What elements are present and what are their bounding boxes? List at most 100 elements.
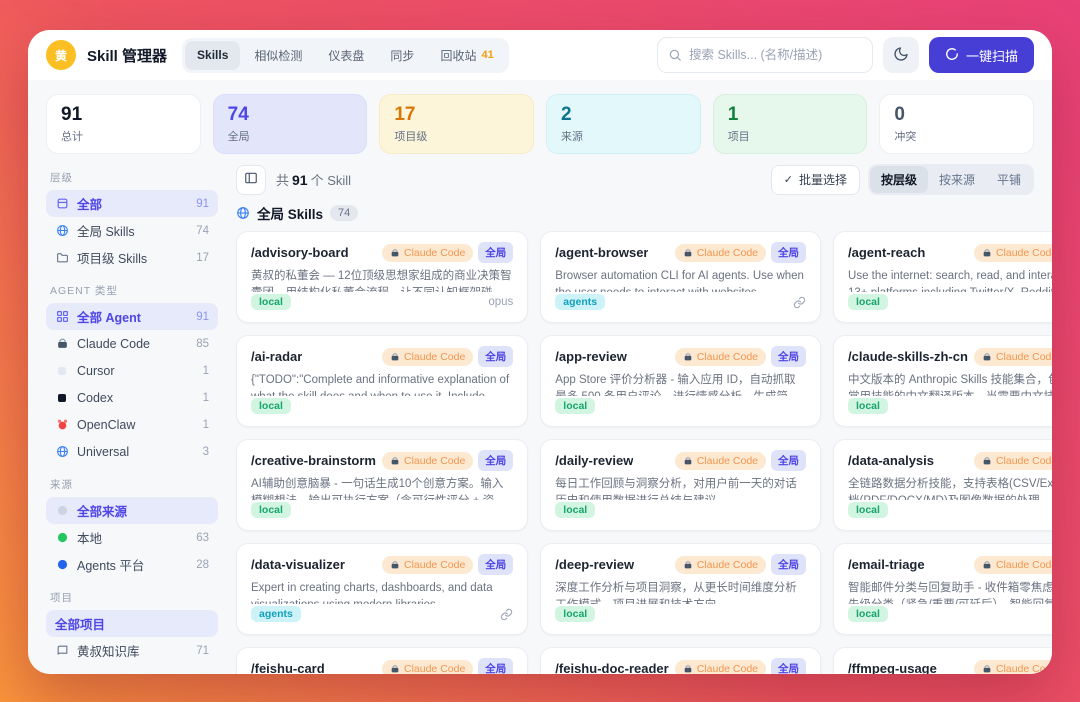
stat-card-来源[interactable]: 2 来源: [546, 94, 701, 154]
link-icon: [793, 296, 806, 308]
sidebar-item-label: 全部: [77, 198, 103, 212]
scan-button[interactable]: 一键扫描: [928, 37, 1034, 73]
skill-card-footer: local: [251, 396, 513, 416]
agent-badge: Claude Code: [973, 555, 1052, 574]
sidebar-item-全部项目[interactable]: 全部项目: [46, 610, 218, 637]
skill-card-title: /agent-browser: [555, 245, 649, 260]
skill-card-deep-review[interactable]: /deep-review Claude Code 全局 深度工作分析与项目洞察，…: [540, 543, 822, 635]
sidebar-section-title: 层级: [50, 172, 73, 184]
source-tag: local: [555, 606, 596, 622]
sidebar-item-codex[interactable]: Codex 1: [46, 384, 218, 411]
agent-badge-label: Claude Code: [696, 558, 759, 571]
stat-value: 91: [61, 104, 83, 125]
sidebar-item-项目级-skills[interactable]: 项目级 Skills 17: [46, 244, 218, 271]
check-icon: ✓: [783, 174, 793, 186]
sidebar-item-全部来源[interactable]: 全部来源: [46, 497, 218, 524]
skill-card-data-analysis[interactable]: /data-analysis Claude Code 全局 全链路数据分析技能，…: [833, 439, 1052, 531]
nav-tab-skills[interactable]: Skills: [185, 40, 241, 70]
agent-badge-label: Claude Code: [995, 454, 1052, 467]
skill-card-claude-skills-zh-cn[interactable]: /claude-skills-zh-cn Claude Code 全局 中文版本…: [833, 335, 1052, 427]
batch-select-button[interactable]: ✓ 批量选择: [770, 164, 860, 195]
skill-card-title: /data-analysis: [848, 453, 935, 468]
skill-card-badges: Claude Code 全局: [973, 658, 1052, 674]
view-mode-按来源[interactable]: 按来源: [928, 166, 986, 193]
sidebar-item-label: Codex: [77, 390, 114, 405]
skill-card-creative-brainstorm[interactable]: /creative-brainstorm Claude Code 全局 AI辅助…: [236, 439, 529, 531]
stat-value: 1: [727, 104, 739, 125]
claude-code-icon: [683, 248, 693, 258]
skill-count: 共 91 个 Skill: [276, 172, 352, 188]
skill-card-agent-reach[interactable]: /agent-reach Claude Code 全局 Use the inte…: [833, 231, 1052, 323]
skill-card-feishu-card[interactable]: /feishu-card Claude Code 全局: [236, 647, 529, 674]
grid-icon: [56, 311, 68, 322]
sidebar-item-全局-skills[interactable]: 全局 Skills 74: [46, 217, 218, 244]
skill-card-badges: Claude Code 全局: [973, 450, 1052, 471]
green-dot-icon: [57, 532, 67, 543]
sidebar-item-label: 黄叔知识库: [77, 645, 140, 659]
stat-label: 冲突: [894, 131, 917, 143]
nav-tab-badge: 41: [481, 49, 494, 61]
sidebar-item-agents-平台[interactable]: Agents 平台 28: [46, 551, 218, 578]
app-title: Skill 管理器: [87, 47, 168, 65]
codex-icon: [58, 393, 66, 402]
stat-card-项目[interactable]: 1 项目: [712, 94, 868, 154]
skill-card-title: /advisory-board: [251, 245, 349, 260]
stat-card-全局[interactable]: 74 全局: [212, 94, 368, 154]
claude-code-icon: [390, 456, 400, 466]
stats-row: 91 总计 74 全局 17 项目级 2 来源 1 项目 0 冲突: [28, 80, 1052, 158]
app-logo: 黄: [46, 40, 76, 70]
sidebar-toggle-button[interactable]: [236, 164, 266, 195]
view-mode-按层级[interactable]: 按层级: [869, 166, 928, 193]
skill-card-ffmpeg-usage[interactable]: /ffmpeg-usage Claude Code 全局: [833, 647, 1052, 674]
claude-code-icon: [683, 352, 693, 362]
view-mode-平铺[interactable]: 平铺: [986, 166, 1032, 193]
sidebar-item-本地[interactable]: 本地 63: [46, 524, 218, 551]
sidebar-item-全部[interactable]: 全部 91: [46, 190, 218, 217]
nav-tab-同步[interactable]: 同步: [378, 41, 426, 70]
sidebar-item-label: 全部来源: [77, 505, 128, 519]
card-meta: opus: [488, 296, 514, 308]
agent-badge-label: Claude Code: [696, 246, 759, 259]
stat-label: 总计: [61, 131, 83, 143]
stat-card-冲突[interactable]: 0 冲突: [879, 94, 1035, 154]
skill-card-ai-radar[interactable]: /ai-radar Claude Code 全局 {"TODO":"Comple…: [236, 335, 529, 427]
toolbar-right: ✓ 批量选择 按层级 按来源 平铺: [770, 164, 1034, 195]
skill-card-email-triage[interactable]: /email-triage Claude Code 全局 智能邮件分类与回复助手…: [833, 543, 1052, 635]
skill-card-agent-browser[interactable]: /agent-browser Claude Code 全局 Browser au…: [540, 231, 822, 323]
claude-code-icon: [390, 248, 400, 258]
stat-card-项目级[interactable]: 17 项目级: [379, 94, 535, 154]
agent-badge-label: Claude Code: [995, 558, 1052, 571]
skill-card-advisory-board[interactable]: /advisory-board Claude Code 全局 黄叔的私董会 — …: [236, 231, 529, 323]
sidebar-item-黄叔知识库[interactable]: 黄叔知识库 71: [46, 637, 218, 664]
sidebar-item-universal[interactable]: Universal 3: [46, 438, 218, 465]
skill-card-daily-review[interactable]: /daily-review Claude Code 全局 每日工作回顾与洞察分析…: [540, 439, 822, 531]
skill-card-title: /agent-reach: [848, 245, 926, 260]
sidebar-item-openclaw[interactable]: OpenClaw 1: [46, 411, 218, 438]
search-input[interactable]: [688, 48, 862, 62]
skill-card-header: /advisory-board Claude Code 全局: [251, 242, 514, 263]
scope-badge: 全局: [478, 242, 514, 263]
stat-value: 0: [894, 104, 905, 125]
stat-card-总计[interactable]: 91 总计: [46, 94, 201, 154]
skill-card-description: Use the internet: search, read, and inte…: [848, 270, 1052, 292]
nav-tab-仪表盘[interactable]: 仪表盘: [316, 41, 376, 70]
skill-card-feishu-doc-reader[interactable]: /feishu-doc-reader Claude Code 全局: [540, 647, 822, 674]
agent-badge: Claude Code: [382, 451, 474, 470]
nav-tab-回收站[interactable]: 回收站 41: [428, 41, 505, 70]
skill-card-data-visualizer[interactable]: /data-visualizer Claude Code 全局 Expert i…: [236, 543, 529, 635]
skill-card-footer: local opus: [251, 292, 513, 312]
skill-card-footer: local: [848, 396, 1052, 416]
sidebar-item-claude-code[interactable]: Claude Code 85: [46, 330, 218, 357]
stat-value: 74: [227, 104, 249, 125]
nav-tab-相似检测[interactable]: 相似检测: [242, 41, 314, 70]
sidebar-item-全部-agent[interactable]: 全部 Agent 91: [46, 303, 218, 330]
skills-grid: /advisory-board Claude Code 全局 黄叔的私董会 — …: [236, 231, 1052, 674]
skill-card-app-review[interactable]: /app-review Claude Code 全局 App Store 评价分…: [540, 335, 822, 427]
sidebar-item-cursor[interactable]: Cursor 1: [46, 357, 218, 384]
sidebar-item-label: Agents 平台: [77, 559, 145, 573]
moon-icon: [893, 46, 909, 65]
sidebar: 层级 全部 91 全局 Skills 74 项目级 Skills 17 AGEN…: [46, 158, 218, 674]
theme-toggle-button[interactable]: [882, 37, 919, 73]
navbar-actions: 一键扫描: [656, 37, 1034, 73]
book-icon: [57, 645, 67, 655]
